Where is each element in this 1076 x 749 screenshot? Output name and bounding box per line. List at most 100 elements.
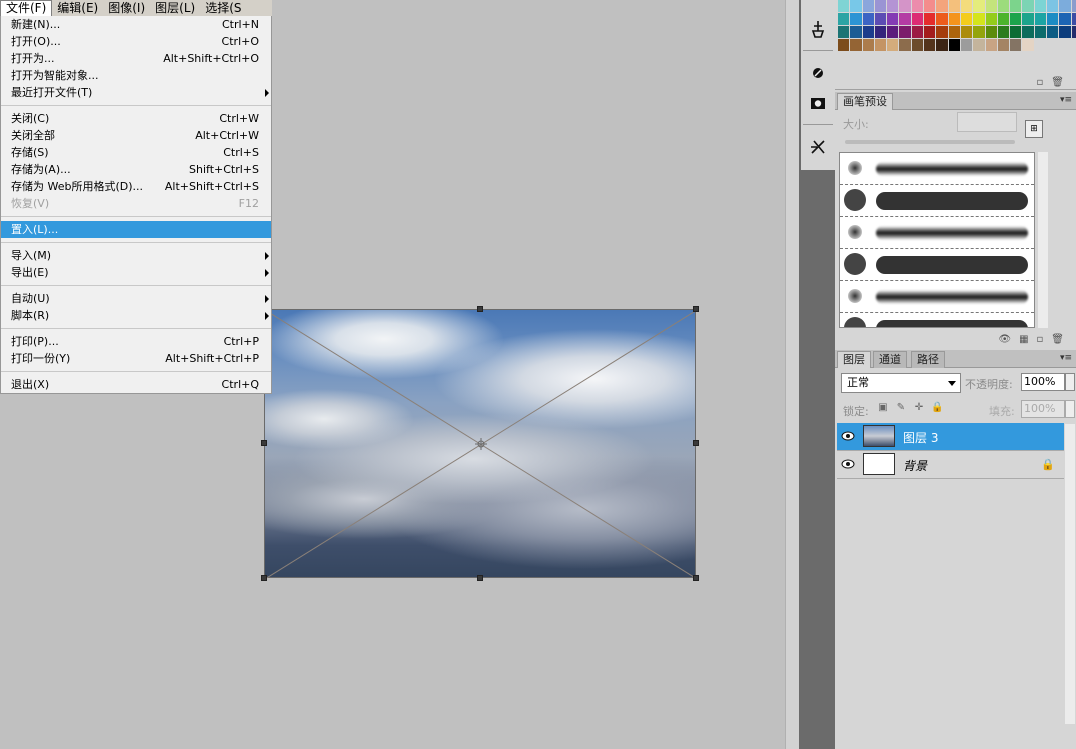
delete-swatch-icon[interactable]: 🗑	[1051, 77, 1064, 88]
color-swatch[interactable]	[911, 0, 924, 12]
color-swatch[interactable]	[973, 39, 985, 51]
color-swatch[interactable]	[874, 26, 887, 38]
color-swatch[interactable]	[936, 26, 948, 38]
transform-handle-bottom-right[interactable]	[693, 575, 699, 581]
menu-item[interactable]: 打开为智能对象...	[1, 67, 271, 84]
opacity-slider-button[interactable]	[1065, 373, 1075, 391]
color-swatch[interactable]	[911, 13, 924, 25]
color-swatch[interactable]	[973, 0, 985, 12]
color-swatch[interactable]	[899, 39, 911, 51]
menu-image[interactable]: 图像(I)	[103, 1, 150, 16]
color-swatch[interactable]	[948, 13, 960, 25]
color-swatch[interactable]	[960, 13, 973, 25]
color-swatch[interactable]	[1022, 26, 1034, 38]
menu-edit[interactable]: 编辑(E)	[52, 1, 103, 16]
menu-item[interactable]: 新建(N)... Ctrl+N	[1, 16, 271, 33]
blend-mode-select[interactable]: 正常	[841, 373, 961, 393]
color-swatch[interactable]	[1010, 39, 1022, 51]
brush-preset[interactable]	[840, 281, 1034, 313]
delete-brush-icon[interactable]: 🗑	[1051, 334, 1064, 345]
usb-stamp-icon[interactable]	[805, 18, 831, 40]
tab-channels[interactable]: 通道	[873, 351, 907, 368]
color-swatch[interactable]	[936, 13, 948, 25]
color-swatch[interactable]	[838, 26, 850, 38]
panel-menu-icon[interactable]: ▾≡	[1060, 95, 1072, 105]
color-swatch[interactable]	[911, 39, 924, 51]
color-swatch[interactable]	[997, 26, 1010, 38]
panel-menu-icon[interactable]: ▾≡	[1060, 353, 1072, 363]
color-swatch[interactable]	[1010, 13, 1022, 25]
color-swatch[interactable]	[948, 0, 960, 12]
color-swatch[interactable]	[960, 26, 973, 38]
color-swatch[interactable]	[862, 39, 874, 51]
color-swatch[interactable]	[985, 26, 997, 38]
color-swatch[interactable]	[924, 26, 936, 38]
transform-handle-bottom[interactable]	[477, 575, 483, 581]
color-swatch[interactable]	[874, 13, 887, 25]
menu-file[interactable]: 文件(F)	[0, 0, 53, 16]
menu-item[interactable]: 存储(S) Ctrl+S	[1, 144, 271, 161]
eye-icon[interactable]	[841, 459, 855, 469]
layers-scrollbar[interactable]	[1065, 424, 1075, 724]
color-swatch[interactable]	[1059, 13, 1071, 25]
menu-item[interactable]: 存储为(A)... Shift+Ctrl+S	[1, 161, 271, 178]
lock-transparency-icon[interactable]: ▣	[877, 402, 889, 414]
color-swatch[interactable]	[862, 26, 874, 38]
color-swatch[interactable]	[973, 26, 985, 38]
transform-handle-left[interactable]	[261, 440, 267, 446]
color-swatch[interactable]	[874, 39, 887, 51]
color-swatch[interactable]	[1071, 26, 1076, 38]
brush-preset[interactable]	[840, 217, 1034, 249]
color-swatch[interactable]	[1059, 26, 1071, 38]
brush-preset[interactable]	[840, 153, 1034, 185]
color-swatch[interactable]	[838, 39, 850, 51]
menu-item[interactable]: 打印一份(Y) Alt+Shift+Ctrl+P	[1, 350, 271, 367]
color-swatch[interactable]	[1022, 13, 1034, 25]
eye-icon[interactable]	[841, 431, 855, 441]
brush-eye-icon[interactable]: 👁	[998, 334, 1011, 345]
menu-item[interactable]: 关闭全部 Alt+Ctrl+W	[1, 127, 271, 144]
menu-item[interactable]: 打开为... Alt+Shift+Ctrl+O	[1, 50, 271, 67]
opacity-input[interactable]: 100%	[1021, 373, 1065, 391]
color-swatch[interactable]	[924, 0, 936, 12]
layer-row[interactable]: 图层 3	[837, 423, 1064, 451]
pen-tools-icon[interactable]	[805, 136, 831, 158]
color-swatch[interactable]	[924, 39, 936, 51]
color-swatch[interactable]	[948, 39, 960, 51]
transform-handle-bottom-left[interactable]	[261, 575, 267, 581]
color-swatch[interactable]	[985, 13, 997, 25]
color-swatch[interactable]	[862, 13, 874, 25]
menu-item[interactable]: 存储为 Web所用格式(D)... Alt+Shift+Ctrl+S	[1, 178, 271, 195]
transform-handle-top[interactable]	[477, 306, 483, 312]
color-swatch[interactable]	[850, 13, 862, 25]
color-swatch[interactable]	[960, 0, 973, 12]
tab-layers[interactable]: 图层	[837, 351, 871, 368]
color-swatch[interactable]	[1059, 0, 1071, 12]
toggle-brush-panel-icon[interactable]: ⊞	[1025, 120, 1043, 138]
color-swatch[interactable]	[862, 0, 874, 12]
menu-layer[interactable]: 图层(L)	[150, 1, 200, 16]
color-swatch[interactable]	[936, 39, 948, 51]
color-swatch[interactable]	[899, 13, 911, 25]
color-swatch[interactable]	[997, 0, 1010, 12]
new-swatch-icon[interactable]: ▫	[1037, 77, 1044, 88]
color-swatch[interactable]	[899, 26, 911, 38]
color-swatch[interactable]	[1047, 26, 1059, 38]
menu-item[interactable]: 脚本(R)	[1, 307, 271, 324]
color-swatch[interactable]	[1022, 0, 1034, 12]
lock-all-icon[interactable]: 🔒	[931, 402, 943, 414]
menu-item[interactable]: 导入(M)	[1, 247, 271, 264]
color-swatch[interactable]	[1071, 13, 1076, 25]
menu-item[interactable]: 置入(L)...	[1, 221, 271, 238]
color-swatch[interactable]	[997, 39, 1010, 51]
menu-item[interactable]: 最近打开文件(T)	[1, 84, 271, 101]
menu-item[interactable]: 导出(E)	[1, 264, 271, 281]
color-swatch[interactable]	[887, 26, 899, 38]
brush-preset[interactable]	[840, 249, 1034, 281]
color-swatch[interactable]	[887, 13, 899, 25]
color-swatch[interactable]	[1047, 13, 1059, 25]
color-swatch[interactable]	[838, 0, 850, 12]
color-swatch[interactable]	[850, 26, 862, 38]
color-swatch[interactable]	[1047, 0, 1059, 12]
tab-paths[interactable]: 路径	[911, 351, 945, 368]
